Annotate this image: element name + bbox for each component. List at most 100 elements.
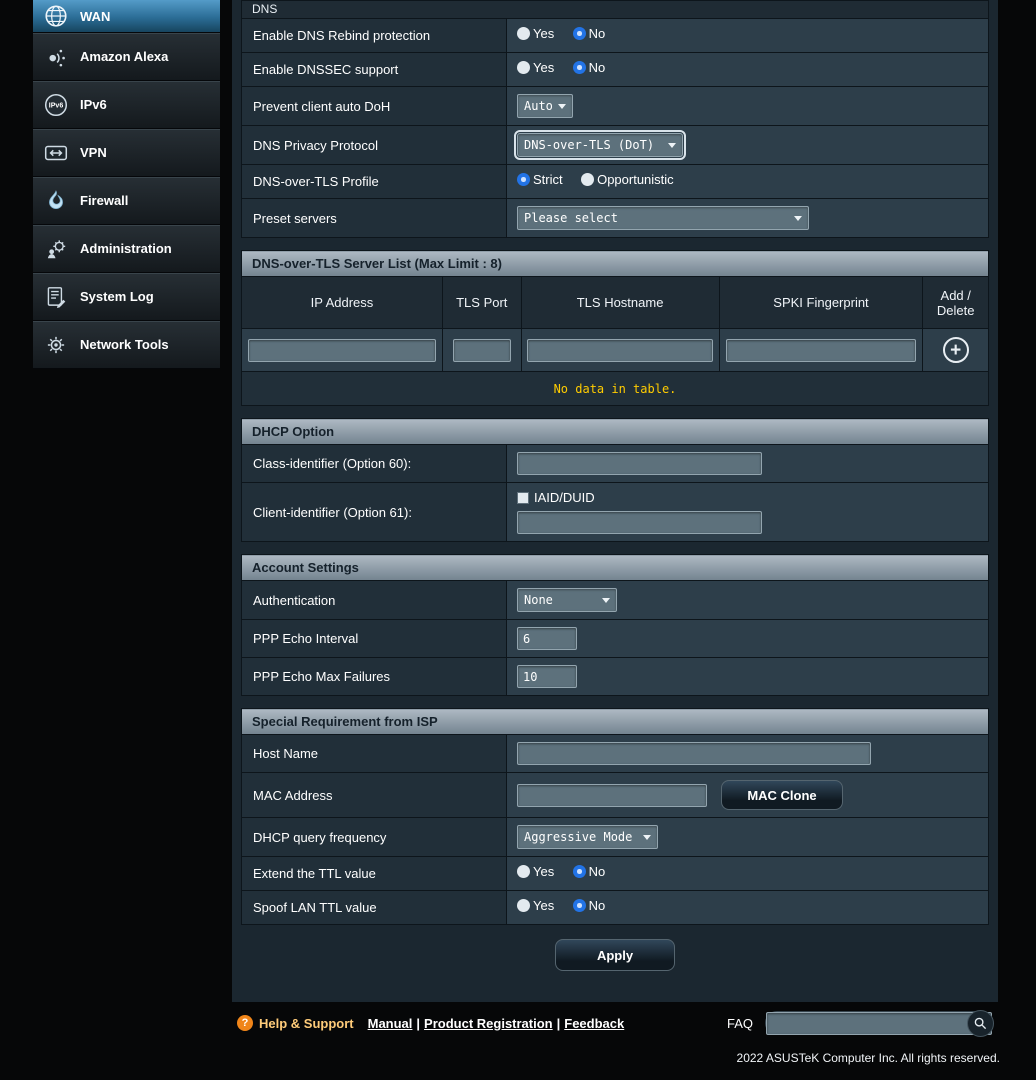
apply-row: Apply (232, 937, 998, 983)
footer: ? Help & Support Manual | Product Registra… (232, 1006, 998, 1040)
rebind-no-radio[interactable] (572, 27, 586, 40)
yes-label: Yes (533, 60, 555, 75)
mac-clone-button[interactable]: MAC Clone (721, 780, 843, 810)
search-icon (974, 1017, 987, 1030)
rebind-yes-radio[interactable] (517, 27, 530, 40)
col-spki-fingerprint: SPKI Fingerprint (718, 276, 924, 329)
account-settings-table: Account Settings Authentication None PPP… (241, 554, 989, 696)
administration-gear-icon (41, 234, 71, 264)
client-identifier-input[interactable] (517, 511, 762, 534)
table-row: Preset servers Please select (241, 198, 989, 238)
mac-address-input[interactable] (517, 783, 707, 807)
faq-search-input[interactable] (766, 1011, 992, 1035)
product-registration-link[interactable]: Product Registration (424, 1016, 553, 1031)
yes-label: Yes (533, 898, 555, 913)
dns-privacy-label: DNS Privacy Protocol (241, 125, 507, 165)
sidebar-item-vpn[interactable]: VPN (33, 129, 220, 177)
preset-servers-select[interactable]: Please select (517, 206, 809, 230)
ttl-yes-radio[interactable] (517, 865, 530, 878)
search-button[interactable] (967, 1010, 994, 1037)
profile-strict-radio[interactable] (517, 173, 530, 186)
table-row: PPP Echo Max Failures (241, 657, 989, 696)
col-tls-hostname: TLS Hostname (520, 276, 720, 329)
dnssec-yes-option[interactable]: Yes (517, 60, 554, 75)
authentication-select[interactable]: None (517, 588, 617, 612)
copyright-text: 2022 ASUSTeK Computer Inc. All rights re… (736, 1051, 1000, 1065)
iaid-duid-label: IAID/DUID (534, 490, 595, 505)
preset-servers-label: Preset servers (241, 198, 507, 238)
doh-select[interactable]: Auto (517, 94, 573, 118)
spoof-yes-option[interactable]: Yes (517, 898, 554, 913)
sidebar-item-wan[interactable]: WAN (33, 0, 220, 33)
add-server-button[interactable]: + (942, 337, 969, 363)
iaid-duid-option[interactable]: IAID/DUID (517, 490, 595, 505)
ppp-echo-interval-input[interactable] (517, 627, 577, 650)
dot-spki-input[interactable] (725, 338, 916, 362)
table-row: Extend the TTL value Yes No (241, 856, 989, 891)
ppp-echo-interval-label: PPP Echo Interval (241, 619, 507, 658)
dnssec-no-radio[interactable] (572, 61, 586, 74)
sidebar: WAN Amazon Alexa IPv6 IPv6 VPN Firewall … (33, 0, 220, 369)
sidebar-item-amazon-alexa[interactable]: Amazon Alexa (33, 33, 220, 81)
host-name-input[interactable] (517, 742, 871, 765)
rebind-yes-option[interactable]: Yes (517, 26, 554, 41)
col-add-delete: Add / Delete (922, 276, 989, 329)
rebind-no-option[interactable]: No (572, 26, 605, 41)
dot-profile-label: DNS-over-TLS Profile (241, 164, 507, 199)
svg-text:IPv6: IPv6 (49, 102, 64, 109)
dot-ip-input[interactable] (247, 338, 436, 362)
profile-strict-option[interactable]: Strict (517, 172, 563, 187)
dot-hostname-input[interactable] (527, 338, 714, 362)
sidebar-item-ipv6[interactable]: IPv6 IPv6 (33, 81, 220, 129)
no-label: No (588, 60, 606, 75)
table-row: PPP Echo Interval (241, 619, 989, 658)
help-question-icon: ? (237, 1015, 253, 1031)
spoof-no-option[interactable]: No (572, 898, 605, 913)
spoof-yes-radio[interactable] (517, 899, 530, 912)
dnssec-label: Enable DNSSEC support (241, 52, 507, 87)
sidebar-item-system-log[interactable]: System Log (33, 273, 220, 321)
sidebar-item-administration[interactable]: Administration (33, 225, 220, 273)
dns-privacy-select[interactable]: DNS-over-TLS (DoT) (514, 130, 686, 160)
dot-server-list-table: DNS-over-TLS Server List (Max Limit : 8)… (241, 250, 989, 406)
feedback-link[interactable]: Feedback (564, 1016, 624, 1031)
sidebar-item-network-tools[interactable]: Network Tools (33, 321, 220, 369)
dns-settings-table: DNS Enable DNS Rebind protection Yes No … (241, 0, 989, 238)
firewall-flame-icon (41, 186, 71, 216)
profile-opportunistic-radio[interactable] (581, 173, 595, 186)
ppp-echo-max-failures-input[interactable] (517, 665, 577, 688)
link-separator: | (556, 1015, 561, 1031)
sidebar-item-label: System Log (80, 289, 154, 304)
sidebar-item-label: Firewall (80, 193, 129, 208)
table-row: Host Name (241, 734, 989, 773)
help-support-link[interactable]: ? Help & Support (237, 1015, 354, 1031)
profile-opportunistic-option[interactable]: Opportunistic (581, 172, 674, 187)
apply-button[interactable]: Apply (555, 939, 675, 971)
globe-icon (41, 1, 71, 31)
spoof-no-radio[interactable] (572, 899, 586, 912)
table-row: Client-identifier (Option 61): IAID/DUID (241, 482, 989, 542)
opportunistic-label: Opportunistic (597, 172, 674, 187)
no-data-message: No data in table. (241, 371, 989, 406)
table-row: DNS-over-TLS Profile Strict Opportunisti… (241, 164, 989, 199)
dnssec-no-option[interactable]: No (572, 60, 606, 75)
yes-label: Yes (533, 864, 555, 879)
iaid-duid-checkbox[interactable] (517, 491, 529, 504)
ttl-no-option[interactable]: No (572, 864, 605, 879)
ttl-yes-option[interactable]: Yes (517, 864, 554, 879)
manual-link[interactable]: Manual (368, 1016, 413, 1031)
sidebar-item-label: VPN (80, 145, 107, 160)
alexa-icon (41, 42, 71, 72)
dhcp-query-frequency-select[interactable]: Aggressive Mode (517, 825, 658, 849)
class-identifier-input[interactable] (517, 452, 762, 475)
extend-ttl-label: Extend the TTL value (241, 856, 507, 891)
dns-rebind-label: Enable DNS Rebind protection (241, 18, 507, 53)
ppp-echo-max-failures-label: PPP Echo Max Failures (241, 657, 507, 696)
dot-port-input[interactable] (452, 338, 511, 362)
yes-label: Yes (533, 26, 555, 41)
preset-servers-select-wrap: Please select (517, 206, 809, 230)
dnssec-yes-radio[interactable] (517, 61, 530, 74)
ttl-no-radio[interactable] (572, 865, 586, 878)
sidebar-item-firewall[interactable]: Firewall (33, 177, 220, 225)
client-identifier-label: Client-identifier (Option 61): (241, 482, 507, 542)
